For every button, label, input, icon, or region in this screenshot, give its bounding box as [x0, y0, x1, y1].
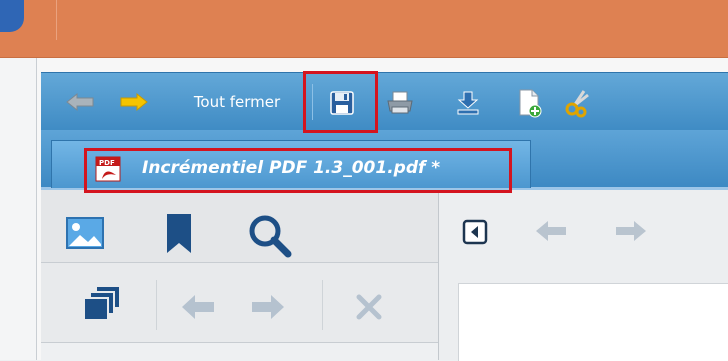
pdf-icon-text: PDF — [99, 159, 115, 167]
redo-button[interactable] — [248, 292, 286, 322]
download-icon — [457, 91, 479, 115]
pdf-page[interactable] — [458, 283, 728, 361]
title-bar-divider — [56, 0, 57, 40]
close-all-button[interactable]: Tout fermer — [176, 89, 298, 115]
pdf-file-icon: PDF — [94, 155, 124, 183]
cut-button[interactable] — [560, 86, 594, 120]
panel-toolbar-divider — [156, 280, 157, 330]
toolbar-separator — [312, 84, 313, 120]
app-logo — [0, 0, 24, 32]
previous-arrow-icon — [536, 221, 566, 241]
layers-icon — [83, 285, 121, 321]
forward-button[interactable] — [116, 90, 152, 114]
next-page-button[interactable] — [610, 216, 650, 246]
back-button[interactable] — [62, 90, 98, 114]
collapse-panel-icon — [462, 219, 488, 245]
collapse-panel-button[interactable] — [461, 218, 489, 246]
window-title-bar — [0, 0, 728, 58]
new-document-icon — [519, 89, 542, 118]
next-arrow-icon — [616, 221, 646, 241]
cut-icon — [565, 90, 589, 118]
print-button[interactable] — [384, 88, 416, 118]
previous-page-button[interactable] — [532, 216, 572, 246]
close-icon — [356, 294, 382, 320]
save-icon — [330, 91, 354, 115]
new-document-button[interactable] — [514, 86, 546, 120]
back-arrow-icon — [66, 92, 94, 112]
search-button[interactable] — [246, 212, 294, 258]
undo-button[interactable] — [180, 292, 218, 322]
undo-icon — [182, 295, 214, 319]
outer-left-margin — [0, 58, 37, 360]
print-icon — [387, 91, 413, 114]
search-icon — [249, 215, 292, 258]
forward-arrow-icon — [120, 92, 148, 112]
download-button[interactable] — [452, 88, 484, 118]
bookmark-icon — [167, 214, 191, 253]
document-tab-title: Incrémentiel PDF 1.3_001.pdf * — [142, 158, 441, 178]
thumbnails-button[interactable] — [64, 214, 106, 254]
layers-button[interactable] — [80, 282, 126, 326]
bookmarks-button[interactable] — [162, 212, 196, 256]
side-panel-content — [41, 342, 438, 361]
close-all-label: Tout fermer — [193, 93, 281, 111]
close-panel-button[interactable] — [354, 292, 384, 322]
panel-toolbar-divider — [322, 280, 323, 330]
image-thumbnails-icon — [66, 217, 104, 249]
redo-icon — [252, 295, 284, 319]
save-button[interactable] — [318, 84, 366, 122]
